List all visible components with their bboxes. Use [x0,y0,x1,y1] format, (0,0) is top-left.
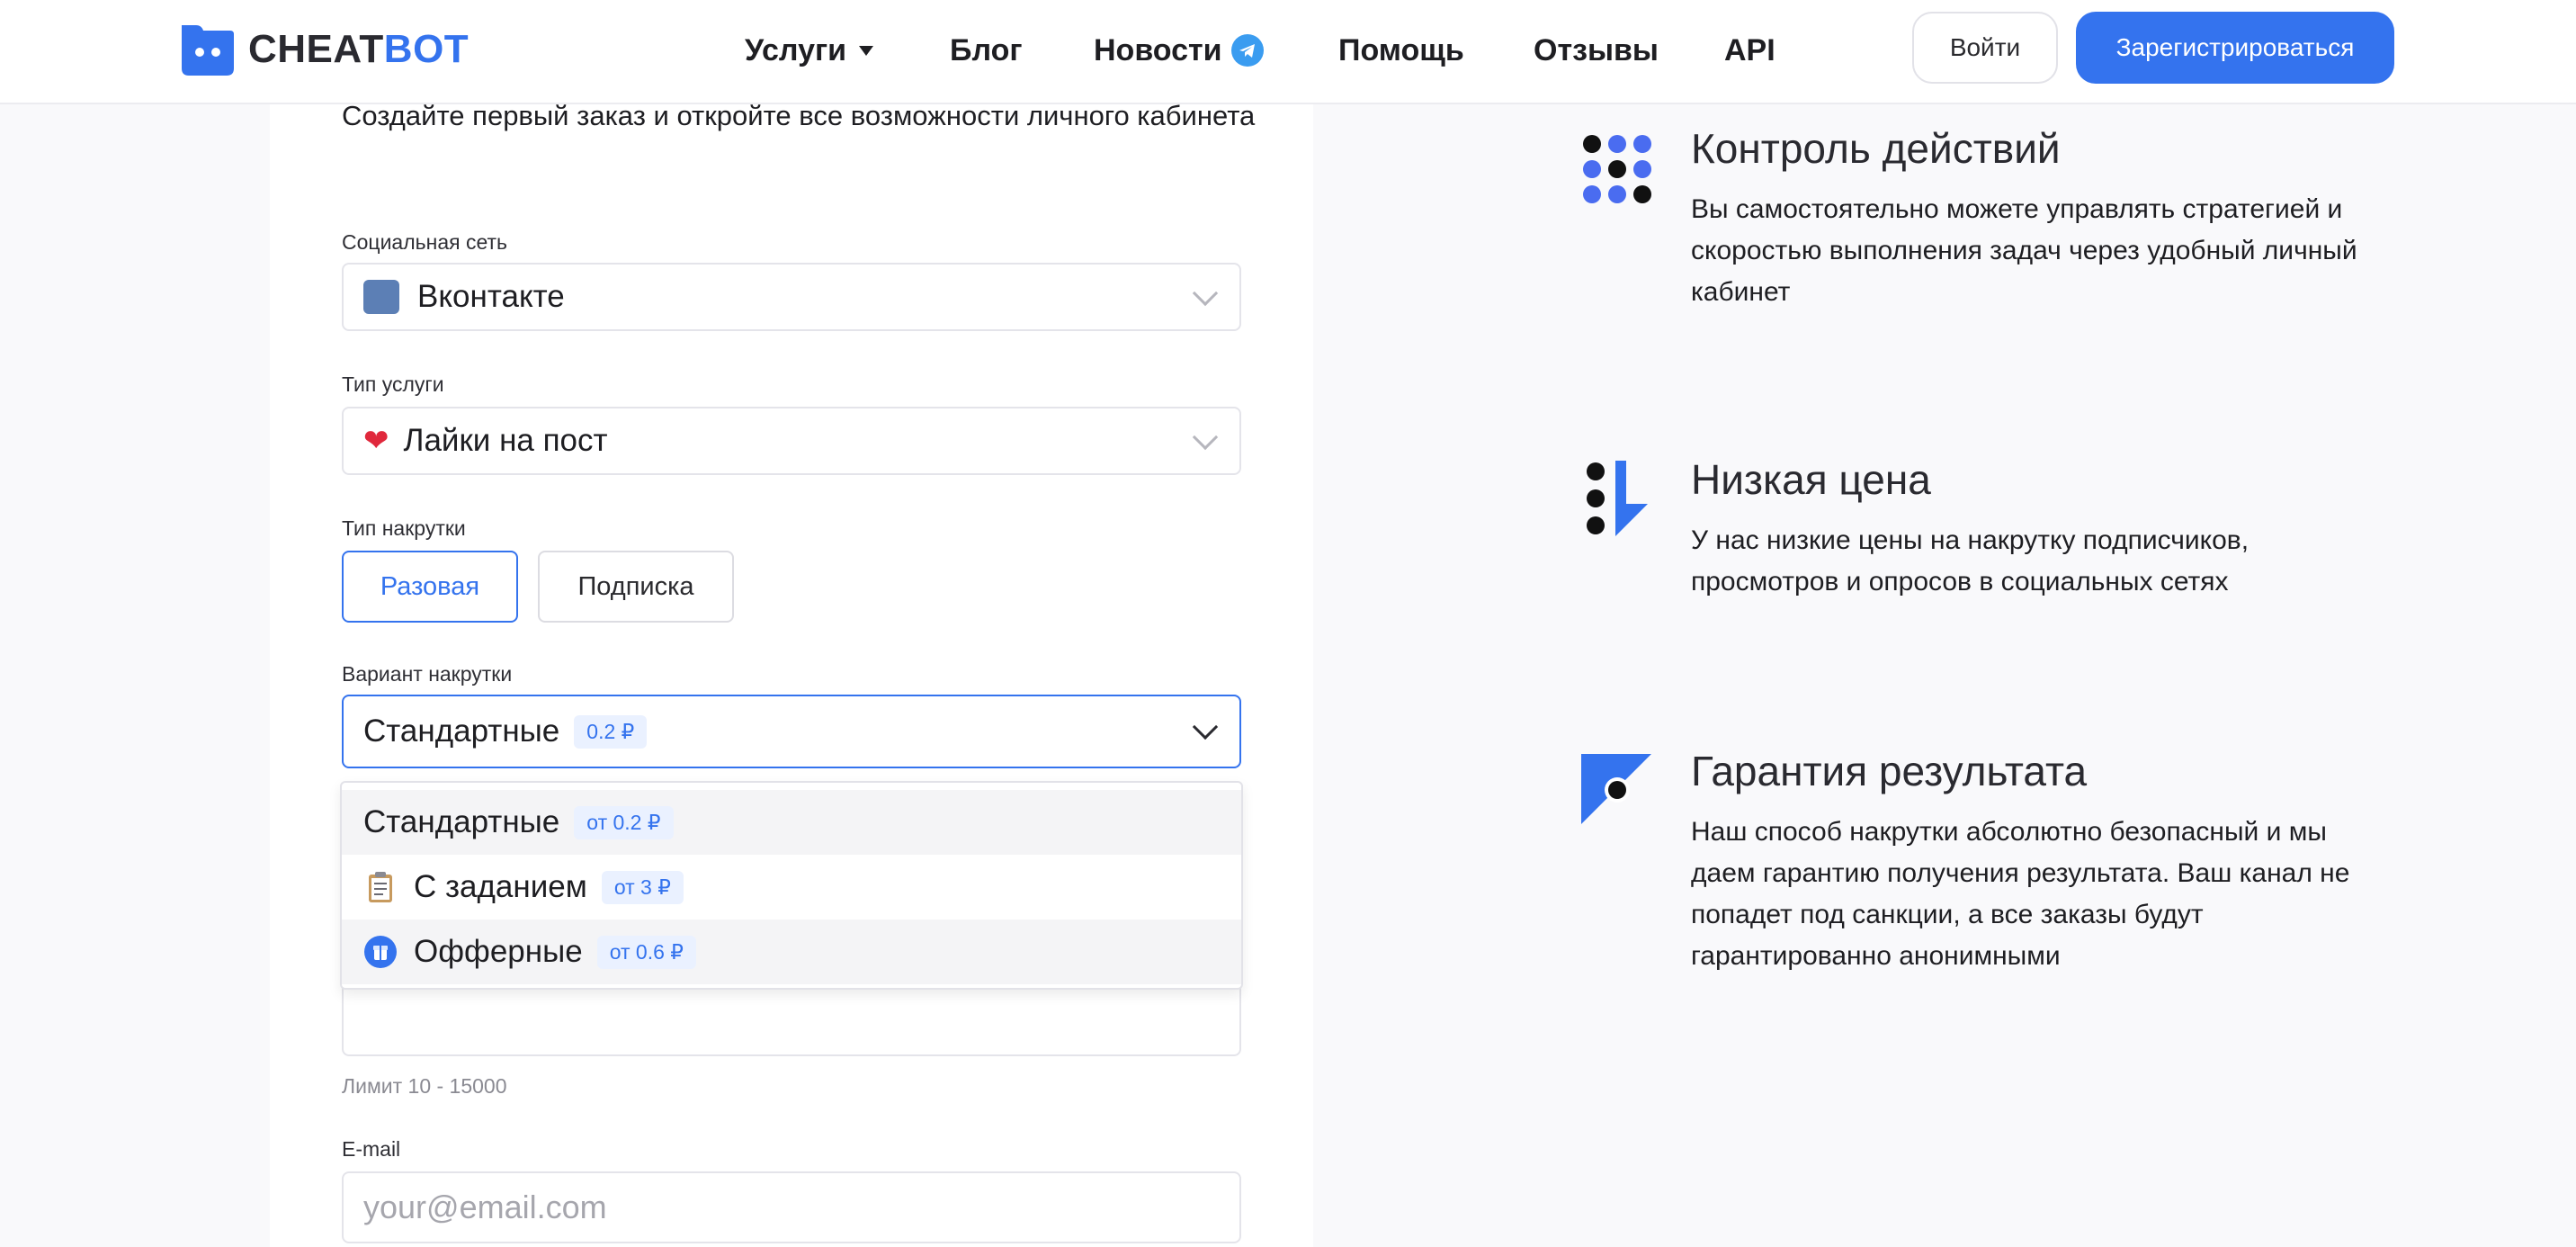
feature-text-guarantee: Наш способ накрутки абсолютно безопасный… [1691,817,2350,971]
variant-label: Вариант накрутки [342,662,513,686]
feature-title-control: Контроль действий [1691,125,2061,172]
variant-option-price: от 0.2 ₽ [574,805,674,839]
variant-option-label: Офферные [414,934,583,969]
variant-option-price: от 0.6 ₽ [596,935,696,969]
variant-option-label: Стандартные [363,804,560,839]
service-type-value: Лайки на пост [403,423,608,458]
nav-reviews[interactable]: Отзывы [1534,33,1659,68]
chevron-down-icon [1192,713,1219,740]
feature-title-price: Низкая цена [1691,456,1931,503]
clipboard-icon [363,870,398,904]
feature-title-guarantee: Гарантия результата [1691,748,2088,794]
heart-icon: ❤ [363,424,389,458]
variant-select[interactable]: Стандартные 0.2 ₽ [342,695,1241,768]
variant-option-task[interactable]: С заданием от 3 ₽ [342,855,1241,920]
nav-blog[interactable]: Блог [950,33,1023,68]
variant-option-standard[interactable]: Стандартные от 0.2 ₽ [342,790,1241,855]
telegram-icon [1230,34,1264,67]
service-type-label: Тип услуги [342,372,444,396]
social-network-select[interactable]: Вконтакте [342,263,1241,331]
limit-hint: Лимит 10 - 15000 [342,1074,507,1098]
variant-price-badge: 0.2 ₽ [574,714,648,749]
boost-type-once-button[interactable]: Разовая [342,551,518,623]
logo[interactable]: CHEATBOT [176,20,469,79]
vk-square-icon [363,280,399,314]
feature-text-price: У нас низкие цены на накрутку подписчико… [1691,525,2250,597]
boost-type-subscription-button[interactable]: Подписка [538,551,734,623]
nav-api[interactable]: API [1724,33,1775,68]
chevron-down-icon [1192,424,1219,451]
offer-icon [363,935,398,969]
logo-bot-icon [182,25,234,76]
logo-text: CHEATBOT [248,27,470,71]
variant-option-price: от 3 ₽ [601,870,684,904]
feature-text-control: Вы самостоятельно можете управлять страт… [1691,194,2357,307]
low-price-icon [1587,461,1648,536]
variant-option-offer[interactable]: Офферные от 0.6 ₽ [342,920,1241,984]
login-button[interactable]: Войти [1912,12,2058,84]
control-dots-icon [1583,135,1651,203]
variant-dropdown: Стандартные от 0.2 ₽ С заданием от 3 ₽ О… [340,781,1243,990]
boost-type-label: Тип накрутки [342,516,466,540]
nav-help[interactable]: Помощь [1338,33,1464,68]
guarantee-flag-icon [1581,754,1651,824]
service-type-select[interactable]: ❤ Лайки на пост [342,407,1241,475]
email-field[interactable] [342,1171,1241,1243]
social-network-value: Вконтакте [417,279,565,314]
social-network-label: Социальная сеть [342,230,507,254]
variant-value: Стандартные [363,713,560,749]
site-header: CHEATBOT Услуги Блог Новости Помощь Отзы… [0,0,2576,104]
nav-services[interactable]: Услуги [745,33,874,68]
nav-news[interactable]: Новости [1094,33,1264,68]
caret-down-icon [859,45,874,56]
variant-option-label: С заданием [414,869,587,904]
chevron-down-icon [1192,280,1219,307]
email-label: E-mail [342,1137,401,1161]
register-button[interactable]: Зарегистрироваться [2076,12,2394,84]
